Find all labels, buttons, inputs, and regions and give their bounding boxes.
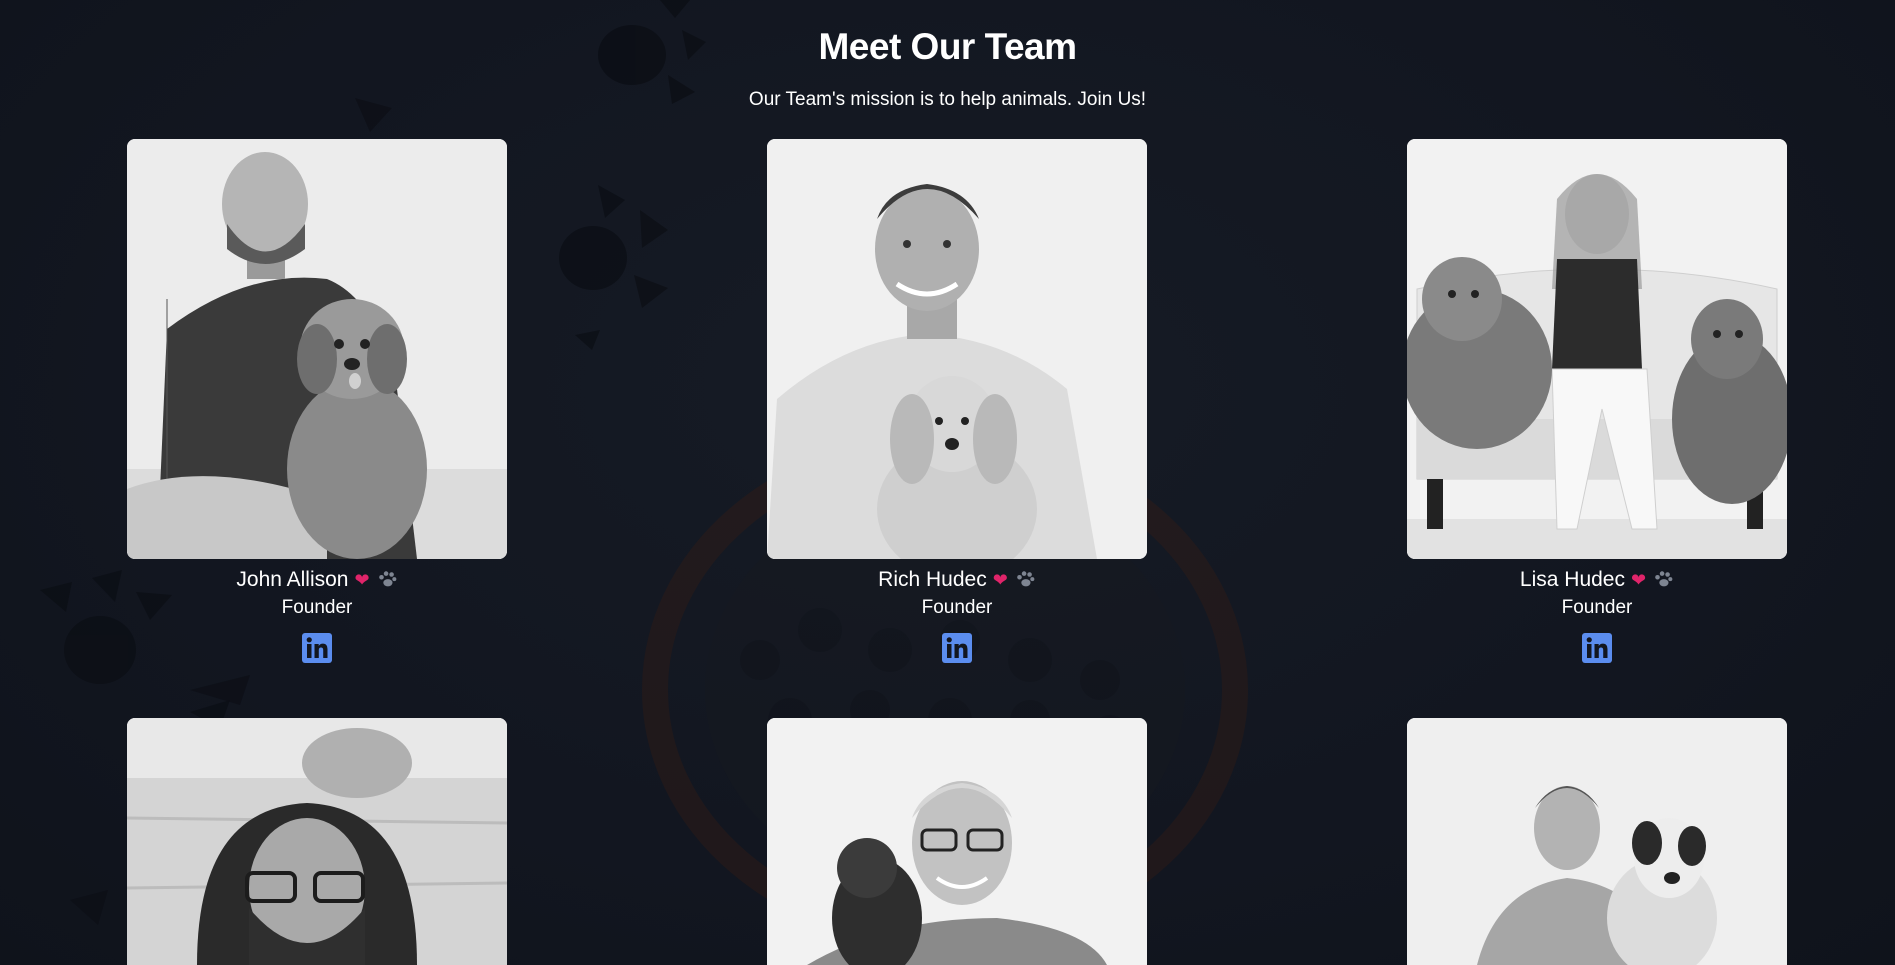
page-title: Meet Our Team: [818, 26, 1077, 67]
paw-icon: [1017, 571, 1035, 587]
linkedin-icon[interactable]: [302, 633, 332, 663]
team-member-name-row: John Allison ❤: [127, 568, 507, 592]
team-member-name: John Allison: [236, 568, 349, 591]
team-member-role: Founder: [281, 597, 353, 618]
team-member-role: Founder: [921, 597, 993, 618]
team-member-card: [127, 718, 507, 965]
heart-icon: ❤: [1630, 570, 1647, 590]
team-member-name: Lisa Hudec: [1519, 568, 1625, 591]
paw-icon: [378, 571, 396, 587]
paw-icon: [1655, 571, 1673, 587]
team-member-card: [1407, 718, 1787, 965]
team-member-card: Lisa Hudec ❤ Founder: [1407, 139, 1787, 668]
team-member-card: Rich Hudec ❤ Founder: [767, 139, 1147, 668]
team-member-name-row: Rich Hudec ❤: [767, 568, 1147, 592]
heart-icon: ❤: [992, 570, 1008, 590]
team-member-card: John Allison ❤ Founder: [127, 139, 507, 668]
team-member-photo: [127, 718, 507, 965]
team-member-card: [767, 718, 1147, 965]
linkedin-icon[interactable]: [942, 633, 972, 663]
team-member-photo: [767, 139, 1147, 559]
linkedin-icon[interactable]: [1582, 633, 1612, 663]
team-member-photo: [127, 139, 507, 559]
team-page: Meet Our Team Our Team's mission is to h…: [0, 0, 1895, 965]
page-subtitle: Our Team's mission is to help animals. J…: [748, 89, 1147, 110]
team-member-photo: [1407, 718, 1787, 965]
heart-icon: ❤: [354, 570, 370, 590]
team-member-photo: [767, 718, 1147, 965]
team-member-name-row: Lisa Hudec ❤: [1407, 568, 1787, 592]
team-member-name: Rich Hudec: [878, 568, 987, 591]
team-member-photo: [1407, 139, 1787, 559]
team-member-role: Founder: [1561, 597, 1633, 618]
